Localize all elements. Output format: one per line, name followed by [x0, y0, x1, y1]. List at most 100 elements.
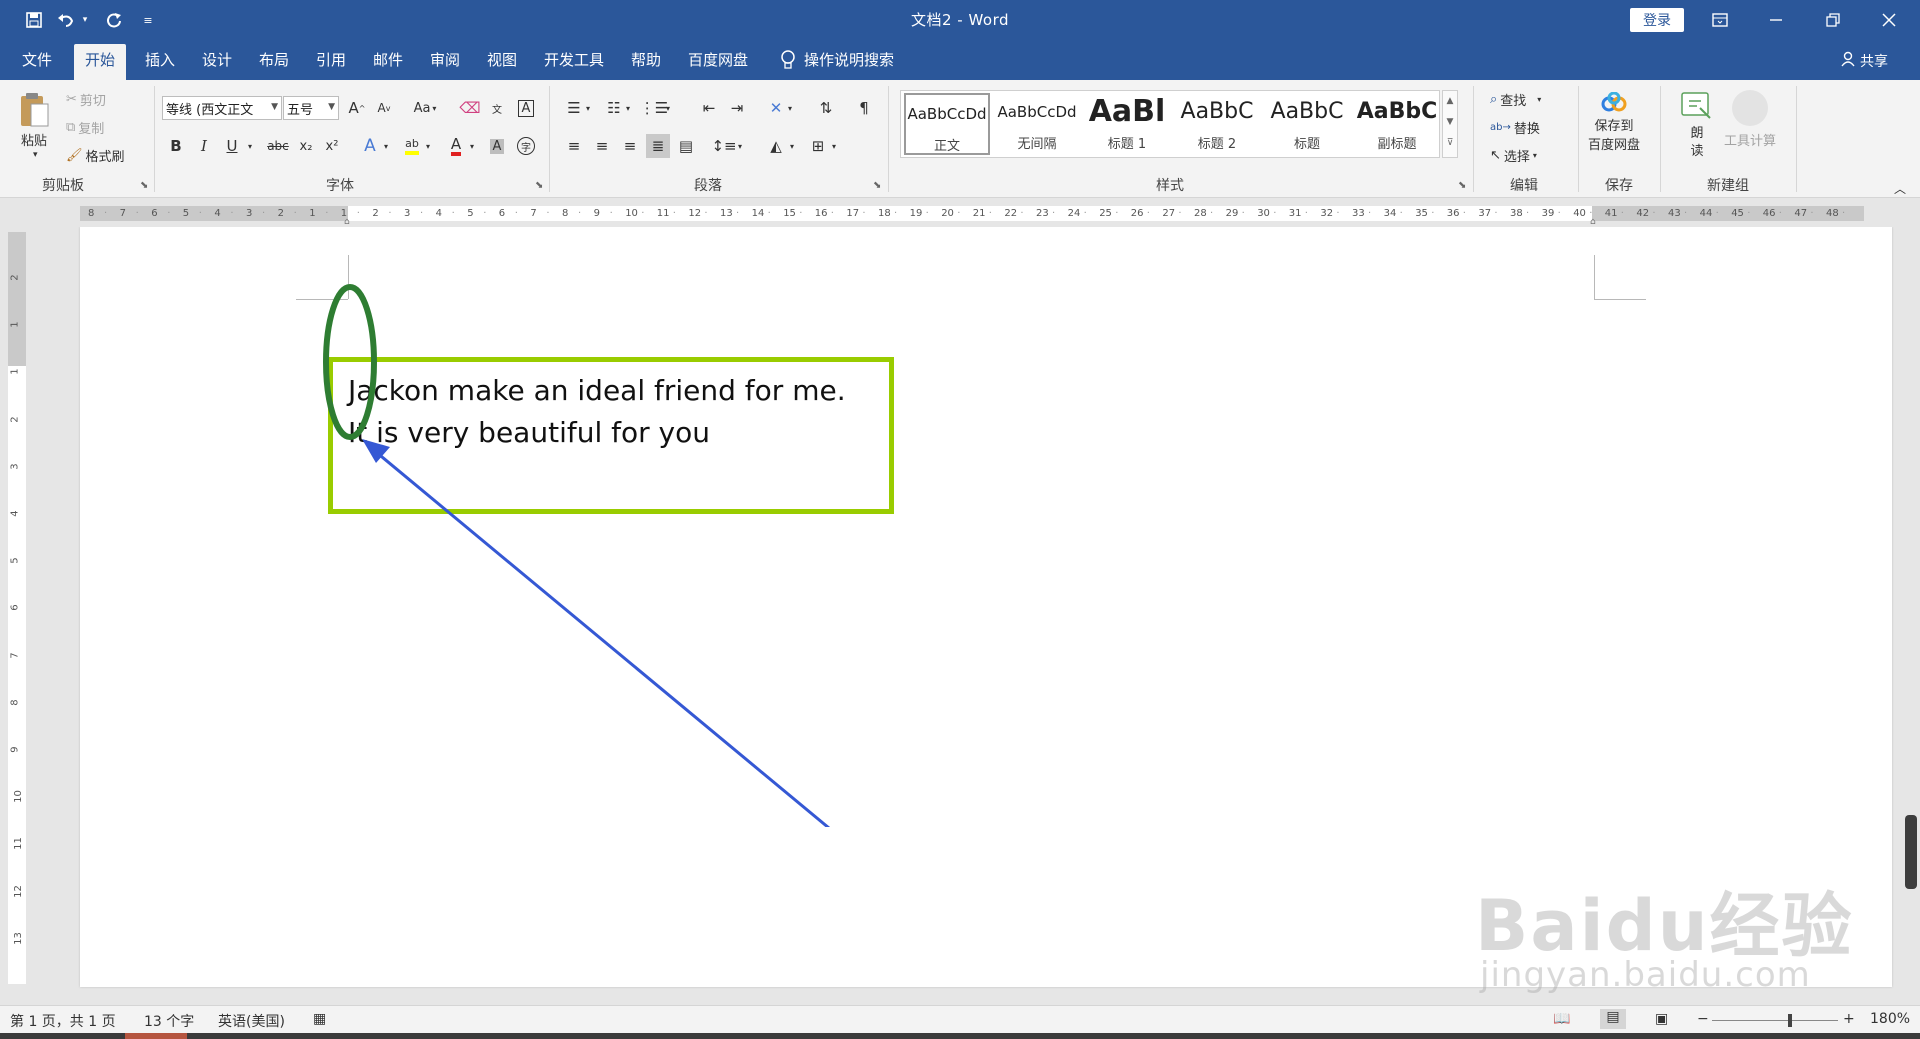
indent-marker-icon[interactable]: ⌂ [344, 217, 350, 227]
horizontal-ruler[interactable]: 8 · 7 · 6 · 5 · 4 · 3 · 2 · 1 · 1 · 2 · 3 · 4 · 5 · 6 · 7 · 8 · 9 · 10 · 11 ·… [0, 200, 1920, 227]
format-painter-button[interactable]: 🖌 格式刷 [66, 146, 125, 165]
restore-icon[interactable] [1810, 0, 1856, 40]
tab-home[interactable]: 开始 [74, 44, 127, 80]
tool-calc-button[interactable]: 工具计算 [1724, 90, 1776, 149]
style-no-spacing[interactable]: AaBbCcDd 无间隔 [994, 93, 1080, 155]
style-normal[interactable]: AaBbCcDd 正文 [904, 93, 990, 155]
tab-help[interactable]: 帮助 [631, 49, 661, 70]
bold-button[interactable]: B [164, 134, 188, 158]
ribbon-display-options-icon[interactable] [1697, 0, 1743, 40]
bullets-dropdown-icon[interactable]: ▾ [582, 96, 594, 120]
read-aloud-button[interactable]: 朗 读 [1680, 90, 1714, 160]
strikethrough-button[interactable]: abc [264, 134, 292, 158]
share-button[interactable]: 共享 [1840, 51, 1888, 71]
character-border-icon[interactable]: A [514, 96, 538, 120]
copy-button[interactable]: ⧉ 复制 [66, 118, 104, 137]
align-center-icon[interactable]: ≡ [590, 134, 614, 158]
minimize-icon[interactable] [1753, 0, 1799, 40]
tab-design[interactable]: 设计 [202, 49, 232, 70]
show-marks-icon[interactable]: ¶ [852, 96, 876, 120]
grow-font-icon[interactable]: A ^ [345, 96, 369, 120]
read-mode-icon[interactable]: 📖 [1553, 1011, 1570, 1027]
tab-layout[interactable]: 布局 [259, 49, 289, 70]
tab-developer[interactable]: 开发工具 [544, 49, 604, 70]
italic-button[interactable]: I [192, 134, 216, 158]
replace-button[interactable]: ab→ 替换 [1490, 118, 1540, 137]
find-button[interactable]: ⌕ 查找 ▾ [1490, 90, 1541, 109]
zoom-slider-thumb[interactable] [1788, 1014, 1792, 1027]
highlight-dropdown-icon[interactable]: ▾ [422, 134, 434, 158]
align-left-icon[interactable]: ≡ [562, 134, 586, 158]
clear-formatting-icon[interactable]: ⌫ [458, 96, 482, 120]
font-size-combo[interactable]: 五号 ▼ [283, 96, 339, 120]
right-indent-marker-icon[interactable]: ⌂ [1590, 217, 1596, 227]
underline-button[interactable]: U [220, 134, 244, 158]
underline-dropdown-icon[interactable]: ▾ [244, 134, 256, 158]
tab-review[interactable]: 审阅 [430, 49, 460, 70]
font-name-combo[interactable]: 等线 (西文正文 ▼ [162, 96, 282, 120]
character-shading-icon[interactable]: A [485, 134, 509, 158]
print-layout-icon[interactable]: ▤ [1600, 1009, 1626, 1029]
phonetic-guide-icon[interactable]: 文 [485, 96, 509, 120]
font-launcher-icon[interactable]: ⬊ [535, 180, 543, 191]
style-heading-1[interactable]: AaBl 标题 1 [1084, 93, 1170, 155]
highlight-color-icon[interactable]: ab [400, 134, 424, 158]
paste-dropdown-icon[interactable]: ▾ [33, 150, 38, 160]
text-effects-dropdown-icon[interactable]: ▾ [380, 134, 392, 158]
enclose-characters-icon[interactable]: 字 [514, 134, 538, 158]
distributed-icon[interactable]: ▤ [674, 134, 698, 158]
tell-me-search[interactable]: 操作说明搜索 [780, 49, 894, 70]
zoom-level[interactable]: 180% [1870, 1011, 1910, 1027]
superscript-button[interactable]: x² [320, 134, 344, 158]
borders-icon[interactable]: ⊞ [806, 134, 830, 158]
word-count[interactable]: 13 个字 [144, 1011, 194, 1031]
close-icon[interactable] [1866, 0, 1912, 40]
chinese-layout-dropdown-icon[interactable]: ▾ [784, 96, 796, 120]
side-widget-handle[interactable] [1905, 815, 1917, 889]
cut-button[interactable]: ✂ 剪切 [66, 90, 106, 109]
paste-button[interactable]: 粘贴 [18, 90, 50, 149]
sort-icon[interactable]: ⇅ [814, 96, 838, 120]
tab-file[interactable]: 文件 [22, 49, 52, 70]
web-layout-icon[interactable]: ▣ [1655, 1011, 1668, 1027]
macro-record-icon[interactable]: ▦ [313, 1011, 326, 1027]
text-effects-icon[interactable]: A [358, 134, 382, 158]
numbering-dropdown-icon[interactable]: ▾ [622, 96, 634, 120]
styles-gallery-scroll[interactable]: ▲ ▼ ⊽ [1442, 90, 1458, 158]
decrease-indent-icon[interactable]: ⇤ [697, 96, 721, 120]
styles-launcher-icon[interactable]: ⬊ [1458, 180, 1466, 191]
style-subtitle[interactable]: AaBbC 副标题 [1354, 93, 1440, 155]
login-button[interactable]: 登录 [1630, 8, 1684, 32]
language-indicator[interactable]: 英语(美国) [218, 1011, 285, 1031]
scroll-down-icon[interactable]: ▼ [1443, 112, 1457, 133]
vertical-ruler[interactable]: 2 1 1 2 3 4 5 6 7 8 9 10 11 12 13 [8, 232, 26, 984]
taskbar-item[interactable] [125, 1033, 187, 1039]
page-count[interactable]: 第 1 页，共 1 页 [10, 1011, 116, 1031]
tab-insert[interactable]: 插入 [145, 49, 175, 70]
more-styles-icon[interactable]: ⊽ [1443, 133, 1457, 154]
align-right-icon[interactable]: ≡ [618, 134, 642, 158]
tab-view[interactable]: 视图 [487, 49, 517, 70]
justify-icon[interactable]: ≣ [646, 134, 670, 158]
borders-dropdown-icon[interactable]: ▾ [828, 134, 840, 158]
tab-mailings[interactable]: 邮件 [373, 49, 403, 70]
save-to-baidu-button[interactable]: 保存到 百度网盘 [1588, 92, 1640, 154]
tab-baidu-netdisk[interactable]: 百度网盘 [688, 49, 748, 70]
style-title[interactable]: AaBbC 标题 [1264, 93, 1350, 155]
collapse-ribbon-icon[interactable]: ︿ [1894, 180, 1906, 197]
select-button[interactable]: ↖ 选择 ▾ [1490, 146, 1537, 165]
clipboard-launcher-icon[interactable]: ⬊ [140, 180, 148, 191]
style-heading-2[interactable]: AaBbC 标题 2 [1174, 93, 1260, 155]
increase-indent-icon[interactable]: ⇥ [725, 96, 749, 120]
subscript-button[interactable]: x₂ [294, 134, 318, 158]
tab-references[interactable]: 引用 [316, 49, 346, 70]
change-case-button[interactable]: Aa ▾ [408, 96, 442, 120]
paragraph-launcher-icon[interactable]: ⬊ [873, 180, 881, 191]
shading-dropdown-icon[interactable]: ▾ [786, 134, 798, 158]
shading-icon[interactable]: ◭ [764, 134, 788, 158]
zoom-out-icon[interactable]: − [1697, 1011, 1709, 1027]
zoom-in-icon[interactable]: + [1843, 1011, 1855, 1027]
scroll-up-icon[interactable]: ▲ [1443, 91, 1457, 112]
font-color-icon[interactable]: A [444, 134, 468, 158]
font-color-dropdown-icon[interactable]: ▾ [466, 134, 478, 158]
